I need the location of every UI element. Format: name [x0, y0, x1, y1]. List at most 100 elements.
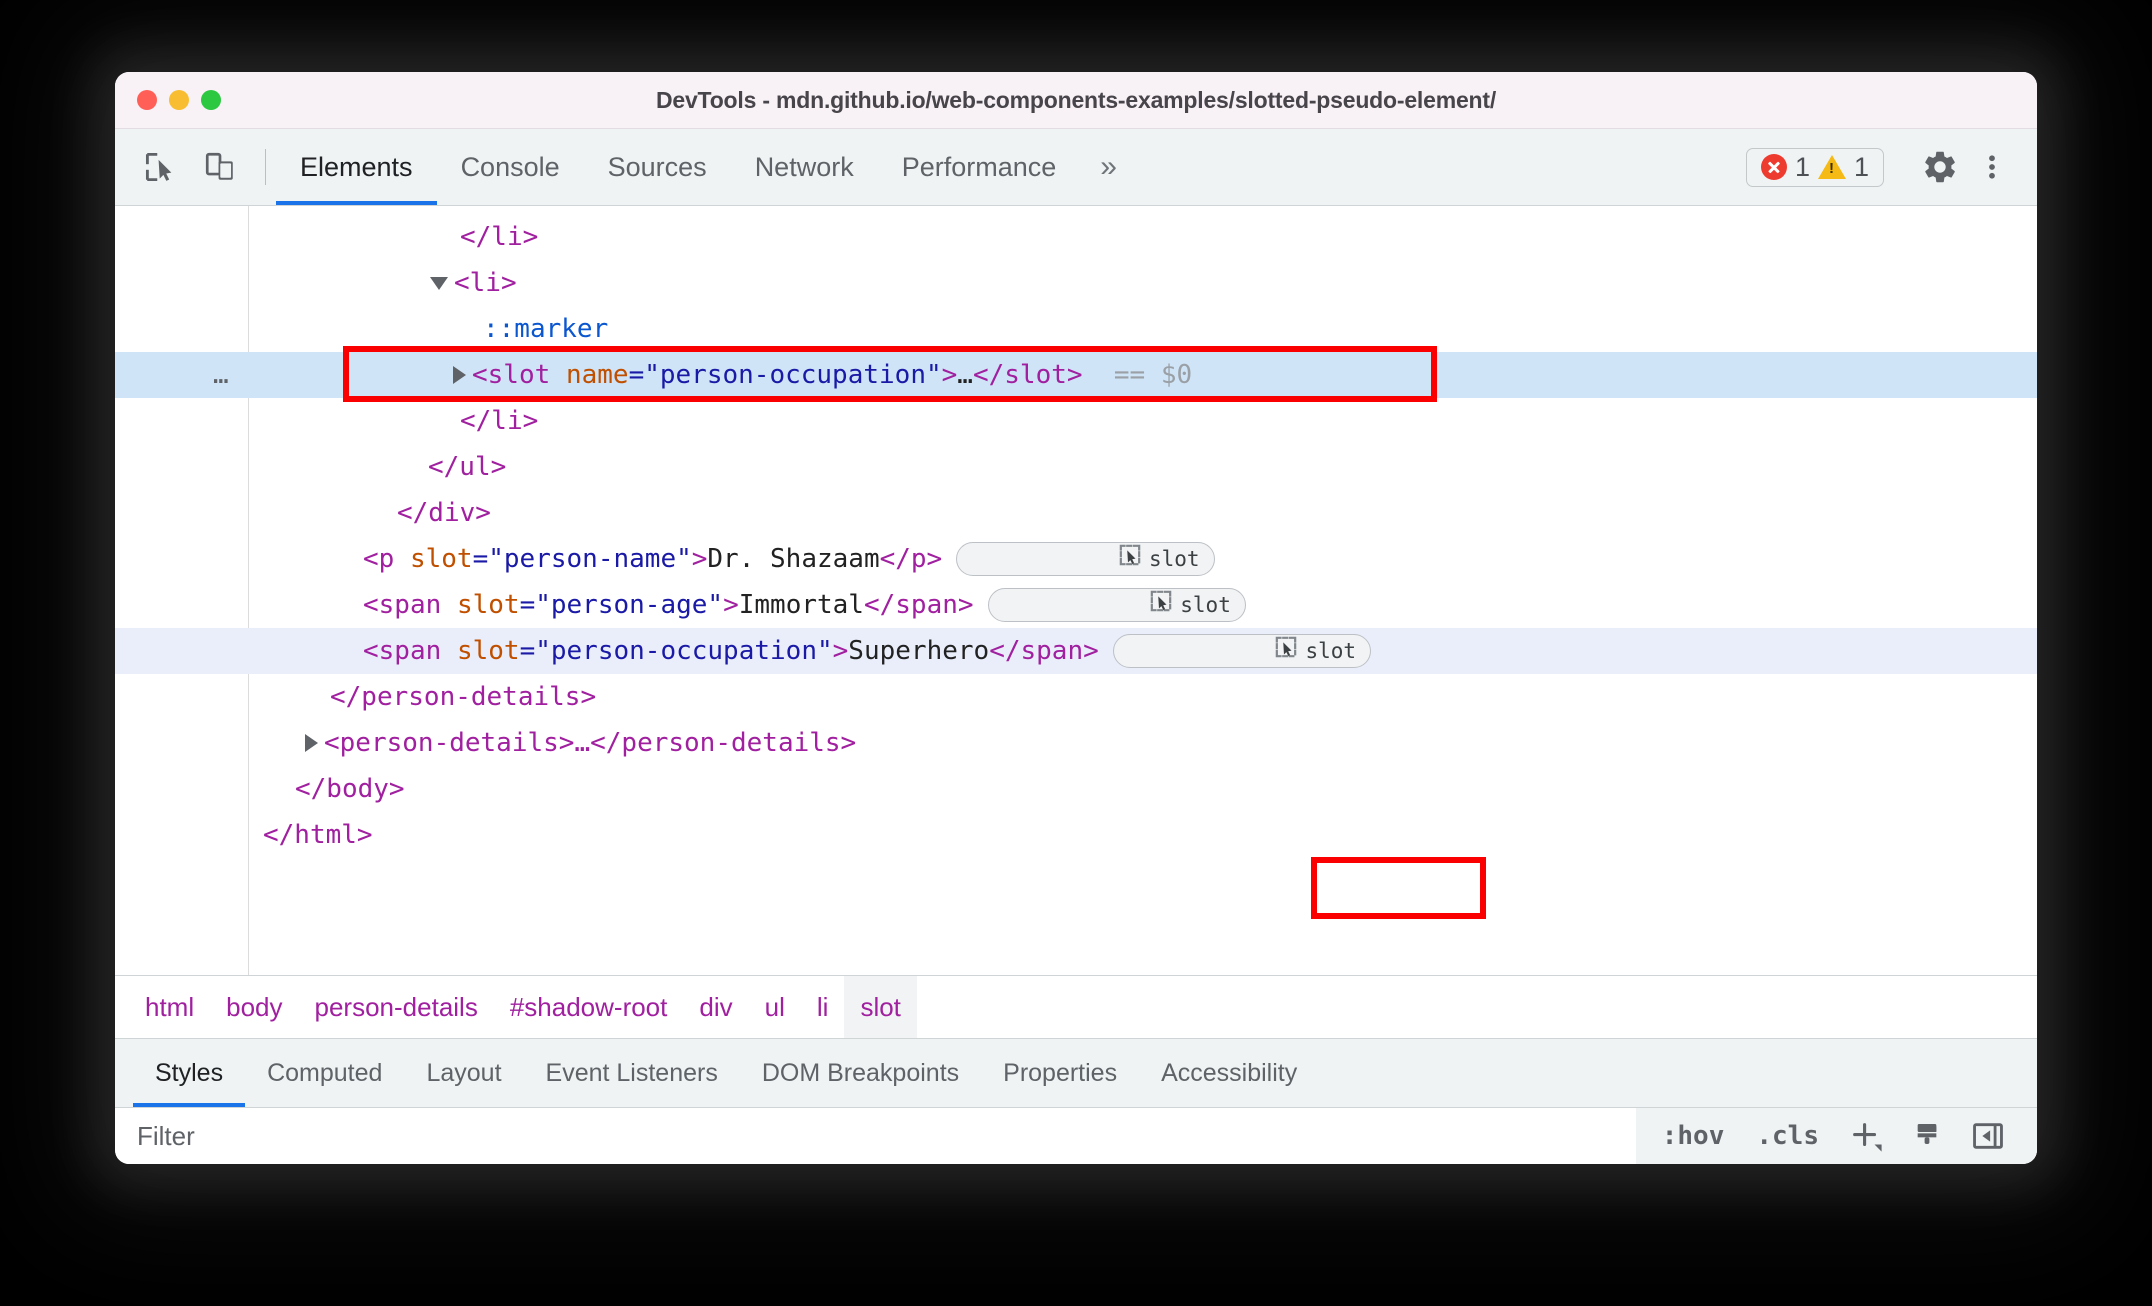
cls-toggle-button[interactable]: .cls	[1740, 1121, 1835, 1151]
node-label: <li>	[454, 268, 517, 298]
error-circle-icon	[1760, 154, 1787, 180]
panel-tabstrip: Elements Console Sources Network Perform…	[276, 129, 1137, 205]
tree-row-close-person-details[interactable]: </person-details>	[115, 674, 2037, 720]
breadcrumb-item-li[interactable]: li	[801, 976, 845, 1038]
plus-icon[interactable]	[1835, 1119, 1897, 1153]
node-attr-name: slot	[409, 544, 473, 574]
tree-row-close-html[interactable]: </html>	[115, 812, 2037, 858]
tab-event-listeners[interactable]: Event Listeners	[524, 1039, 740, 1107]
tree-row-close-li-1[interactable]: </li>	[115, 214, 2037, 260]
toolbar-right-group: 1 1	[1745, 129, 2037, 205]
node-attr-value: person-name	[503, 544, 677, 574]
tree-row-close-li-2[interactable]: </li>	[115, 398, 2037, 444]
breadcrumb-label: slot	[860, 991, 901, 1022]
node-attr-value: person-occupation	[659, 360, 926, 390]
inspect-cursor-icon[interactable]	[137, 144, 183, 190]
slot-badge-label: slot	[1305, 639, 1357, 663]
gear-icon[interactable]	[1917, 144, 1963, 190]
node-label: </div>	[397, 498, 491, 528]
three-dot-menu-icon[interactable]	[1969, 144, 2015, 190]
tab-network[interactable]: Network	[731, 129, 878, 205]
traffic-light-controls	[137, 72, 221, 128]
tab-accessibility[interactable]: Accessibility	[1139, 1039, 1319, 1107]
breadcrumb-item-body[interactable]: body	[210, 976, 298, 1038]
styles-filter-actions: :hov .cls	[1635, 1108, 2037, 1164]
styles-filter-bar: :hov .cls	[115, 1107, 2037, 1164]
breadcrumb-item-person-details[interactable]: person-details	[299, 976, 494, 1038]
node-label: </li>	[460, 406, 539, 436]
warning-triangle-icon	[1817, 155, 1846, 179]
tab-sources-label: Sources	[607, 151, 707, 182]
breadcrumb: html body person-details #shadow-root di…	[115, 975, 2037, 1038]
tab-label: Layout	[426, 1058, 502, 1087]
node-attr-value: person-occupation	[550, 636, 817, 666]
breadcrumb-item-html[interactable]: html	[129, 976, 210, 1038]
tab-elements[interactable]: Elements	[276, 129, 437, 205]
breadcrumb-item-div[interactable]: div	[683, 976, 748, 1038]
tab-computed[interactable]: Computed	[245, 1039, 404, 1107]
tab-styles[interactable]: Styles	[133, 1039, 246, 1107]
devtools-window: DevTools - mdn.github.io/web-components-…	[115, 72, 2037, 1164]
tab-performance-label: Performance	[901, 151, 1057, 182]
tree-row-marker[interactable]: ::marker	[115, 306, 2037, 352]
maximize-window-button[interactable]	[201, 90, 221, 110]
tab-performance[interactable]: Performance	[878, 129, 1081, 205]
expand-triangle-icon[interactable]	[430, 276, 448, 290]
more-tabs-button[interactable]: »	[1080, 129, 1137, 205]
breadcrumb-label: #shadow-root	[509, 991, 668, 1022]
title-bar: DevTools - mdn.github.io/web-components-…	[115, 72, 2037, 129]
tree-row-close-ul[interactable]: </ul>	[115, 444, 2037, 490]
tree-row-person-details-collapsed[interactable]: <person-details>…</person-details>	[115, 720, 2037, 766]
node-attr-name: slot	[456, 590, 520, 620]
slot-badge-highlighted[interactable]: slot	[1112, 634, 1372, 668]
devtools-toolbar: Elements Console Sources Network Perform…	[115, 129, 2037, 206]
expand-triangle-icon[interactable]	[305, 734, 318, 752]
node-label: </ul>	[428, 452, 507, 482]
dom-tree-panel[interactable]: </li> <li> ::marker … < slot name =" person…	[115, 206, 2037, 975]
tree-row-span-person-age[interactable]: < span slot =" person-age " > Immortal </span> …	[115, 582, 2037, 628]
node-collapsed-ellipsis: …	[957, 360, 973, 390]
tab-properties[interactable]: Properties	[981, 1039, 1139, 1107]
tree-row-close-body[interactable]: </body>	[115, 766, 2037, 812]
node-label: </li>	[460, 222, 539, 252]
breadcrumb-label: html	[145, 991, 195, 1022]
node-text-content: Dr. Shazaam	[707, 544, 880, 574]
tab-label: Styles	[155, 1058, 224, 1087]
node-text-content: Superhero	[848, 636, 990, 666]
tab-console[interactable]: Console	[437, 129, 584, 205]
tree-row-slot-person-occupation[interactable]: … < slot name =" person-occupation " >… </slot…	[115, 352, 2037, 398]
breadcrumb-item-ul[interactable]: ul	[749, 976, 801, 1038]
close-window-button[interactable]	[137, 90, 157, 110]
warning-count: 1	[1853, 151, 1869, 182]
minimize-window-button[interactable]	[169, 90, 189, 110]
toolbar-divider	[265, 149, 266, 185]
annotation-box-slot-badge	[1311, 857, 1486, 919]
device-toolbar-icon[interactable]	[197, 144, 243, 190]
filter-input[interactable]	[115, 1119, 1636, 1153]
selected-node-ref: == $0	[1113, 360, 1193, 390]
tab-layout[interactable]: Layout	[404, 1039, 523, 1107]
node-label: <person-details>…</person-details>	[324, 728, 857, 758]
error-count: 1	[1794, 151, 1810, 182]
tab-label: Computed	[267, 1058, 383, 1087]
node-tag-name: span	[378, 636, 442, 666]
tree-row-span-person-occupation[interactable]: < span slot =" person-occupation " > Superhero…	[115, 628, 2037, 674]
tab-network-label: Network	[754, 151, 854, 182]
breadcrumb-item-slot[interactable]: slot	[844, 976, 917, 1038]
row-more-menu-icon[interactable]: …	[213, 352, 231, 398]
hov-toggle-button[interactable]: :hov	[1646, 1121, 1741, 1151]
collapse-sidebar-icon[interactable]	[1957, 1119, 2019, 1153]
tree-row-open-li[interactable]: <li>	[115, 260, 2037, 306]
node-label: </html>	[263, 820, 373, 850]
tab-label: DOM Breakpoints	[761, 1058, 960, 1087]
paint-bucket-icon[interactable]	[1897, 1120, 1957, 1152]
tab-sources[interactable]: Sources	[584, 129, 731, 205]
issues-badge[interactable]: 1 1	[1745, 147, 1884, 187]
node-tag-name: p	[378, 544, 395, 574]
tab-elements-label: Elements	[300, 151, 413, 182]
breadcrumb-item-shadow-root[interactable]: #shadow-root	[494, 976, 684, 1038]
tab-dom-breakpoints[interactable]: DOM Breakpoints	[740, 1039, 981, 1107]
expand-triangle-icon[interactable]	[453, 366, 466, 384]
styles-pane-tabstrip: Styles Computed Layout Event Listeners D…	[115, 1038, 2037, 1107]
tab-label: Accessibility	[1161, 1058, 1298, 1087]
